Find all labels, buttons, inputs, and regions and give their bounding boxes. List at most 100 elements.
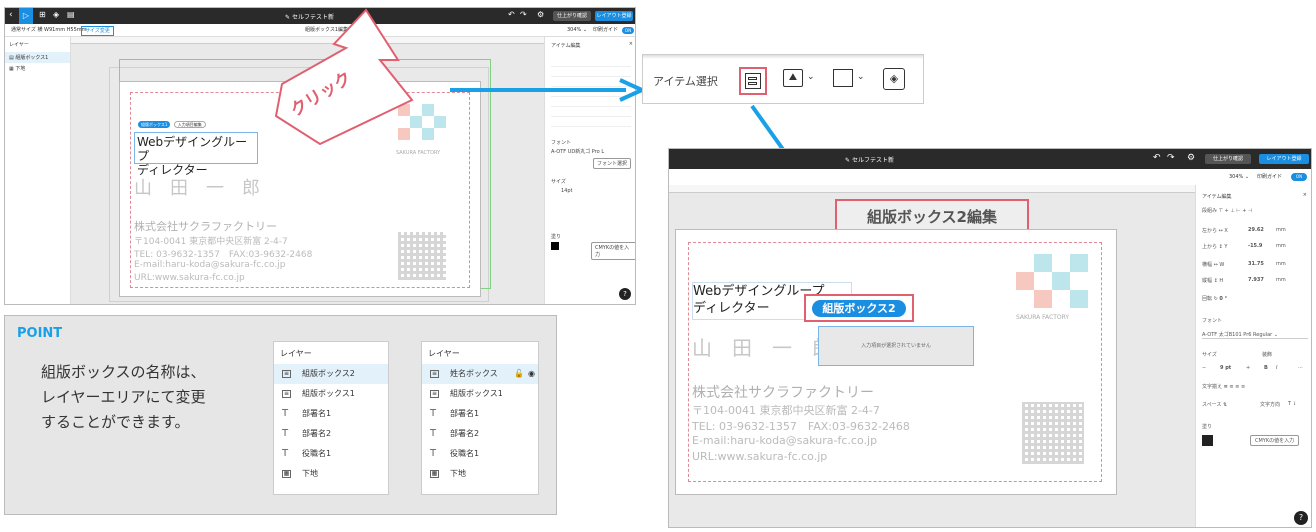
undo-icon[interactable]: ↶: [508, 10, 515, 19]
layer-item[interactable]: T 部署名2: [274, 424, 388, 444]
right-screenshot: ✎ セルフテスト新 ↶ ↷ ⚙ 仕上がり確認 レイアウト登録 304% ⌄ 印刷…: [668, 148, 1312, 528]
layout-register-button[interactable]: レイアウト登録: [1259, 154, 1309, 164]
layer-item[interactable]: ▦ 下地: [274, 464, 388, 484]
eye-icon[interactable]: ◉: [528, 364, 535, 384]
arrow-to-toolbar: [450, 78, 645, 102]
tel-text: TEL: 03-9632-1357 FAX:03-9632-2468: [134, 250, 313, 260]
layer-item[interactable]: T 役職名1: [422, 444, 538, 464]
size-label: サイズ: [551, 179, 566, 185]
print-guide-toggle[interactable]: ON: [622, 27, 634, 34]
size-change-button[interactable]: サイズ変更: [81, 26, 114, 36]
layer-item[interactable]: ▦ 下地: [422, 464, 538, 484]
layers-icon[interactable]: ◈: [53, 10, 59, 19]
chevron-down-icon[interactable]: ⌄: [807, 72, 815, 82]
box-tag[interactable]: 組版ボックス2: [812, 300, 906, 317]
layer-item[interactable]: ≡ 組版ボックス2: [274, 364, 388, 384]
image-icon[interactable]: ▤: [67, 10, 75, 19]
text-icon: T: [430, 428, 437, 439]
redo-icon[interactable]: ↷: [520, 10, 527, 19]
space-row: スペース ⇅ 文字方向 T ⇃: [1202, 401, 1297, 408]
grid-icon[interactable]: ⊞: [39, 10, 46, 19]
finish-check-button[interactable]: 仕上がり確認: [553, 11, 591, 21]
print-guide-toggle[interactable]: ON: [1291, 173, 1307, 181]
layer-panel-before: レイヤー ≡ 組版ボックス2 ≡ 組版ボックス1 T 部署名1 T 部署名2 T 役職名1…: [273, 341, 389, 495]
zoom-select[interactable]: 304% ⌄: [1229, 169, 1249, 185]
settings-icon[interactable]: ⚙: [1187, 153, 1195, 163]
direction-icon[interactable]: T ⇃: [1288, 401, 1297, 407]
tag-row: 組版ボックス1 入力項目編集: [138, 121, 206, 128]
point-box: POINT 組版ボックスの名称は、 レイヤーエリアにて変更 することができます。…: [4, 315, 557, 515]
item-select-label: アイテム選択: [653, 75, 718, 88]
layer-item[interactable]: ≡ 組版ボックス1: [422, 384, 538, 404]
url-text: URL:www.sakura-fc.co.jp: [692, 450, 828, 463]
undo-icon[interactable]: ↶: [1153, 153, 1161, 163]
close-icon[interactable]: ×: [1303, 192, 1307, 198]
name-text: 山 田 一 郎: [134, 178, 260, 199]
redo-icon[interactable]: ↷: [1167, 153, 1175, 163]
layer-item[interactable]: ▦ 下地: [5, 63, 70, 74]
left-layer-panel: レイヤー ▤ 組版ボックス1 ▦ 下地: [5, 37, 71, 304]
box-tag[interactable]: 組版ボックス1: [138, 121, 171, 128]
layers-tool-icon[interactable]: ◈: [883, 68, 905, 90]
font-select-button[interactable]: フォント選択: [593, 158, 632, 169]
x-row: 左から ↔ X 29.62 mm: [1202, 227, 1286, 234]
font-size-value[interactable]: 14pt: [561, 188, 573, 194]
align-icons[interactable]: ≣ ≡ ≡ ≡: [1224, 384, 1246, 390]
tel-text: TEL: 03-9632-1357 FAX:03-9632-2468: [692, 420, 910, 433]
rotate-value[interactable]: 0 °: [1219, 296, 1227, 302]
w-row: 横幅 ↔ W 31.75 mm: [1202, 261, 1286, 268]
point-line: レイヤーエリアにて変更: [41, 388, 206, 406]
more-icon[interactable]: ⋯: [1298, 365, 1303, 371]
background-icon: ▦: [430, 470, 439, 478]
help-button[interactable]: ?: [1294, 511, 1308, 525]
close-icon[interactable]: ×: [629, 41, 633, 47]
edit-tag[interactable]: 入力項目編集: [173, 121, 206, 128]
layer-item[interactable]: ≡ 姓名ボックス 🔓 ◉: [422, 364, 538, 384]
fill-swatch[interactable]: [551, 242, 559, 250]
h-value[interactable]: 7.937: [1248, 277, 1264, 283]
align-top-icon[interactable]: ⊤ + ⊥ ⊢ + ⊣: [1219, 208, 1253, 214]
layout-box-icon: ≡: [282, 370, 291, 378]
layer-item[interactable]: T 部署名1: [274, 404, 388, 424]
w-value[interactable]: 31.75: [1248, 261, 1264, 267]
rotate-row: 回転 ↻ 0 °: [1202, 296, 1228, 302]
shape-tool-icon[interactable]: [833, 69, 853, 87]
email-text: E-mail:haru-koda@sakura-fc.co.jp: [692, 434, 878, 447]
select-tool-icon[interactable]: ▷: [19, 8, 33, 24]
bold-button[interactable]: B: [1264, 365, 1268, 371]
layer-item[interactable]: ▤ 組版ボックス1: [5, 52, 70, 63]
text-align-row: 文字揃え ≣ ≡ ≡ ≡: [1202, 384, 1246, 390]
y-value[interactable]: -15.9: [1248, 243, 1262, 249]
plus-icon[interactable]: +: [1246, 365, 1250, 371]
font-size-value[interactable]: 9 pt: [1220, 365, 1231, 371]
image-tool-icon[interactable]: ⛰: [783, 69, 803, 87]
chevron-down-icon[interactable]: ⌄: [857, 72, 865, 82]
settings-icon[interactable]: ⚙: [537, 10, 544, 19]
layout-box-icon[interactable]: [739, 67, 767, 95]
layer-item[interactable]: T 部署名1: [422, 404, 538, 424]
layout-box-icon: ≡: [282, 390, 291, 398]
panel-title: アイテム編集: [551, 43, 581, 49]
layer-item[interactable]: T 役職名1: [274, 444, 388, 464]
cmyk-button[interactable]: CMYKの値を入力: [1250, 435, 1300, 446]
layer-item[interactable]: ≡ 組版ボックス1: [274, 384, 388, 404]
minus-icon[interactable]: −: [1202, 365, 1206, 371]
text-icon: T: [282, 448, 289, 459]
font-name-select[interactable]: A-OTF 太ゴB101 Pr6 Regular ⌄: [1202, 331, 1308, 339]
selected-text-box[interactable]: Webデザイングループ ディレクター: [134, 132, 258, 177]
zoom-select[interactable]: 304% ⌄: [567, 24, 587, 37]
space-icon[interactable]: ⇅: [1223, 402, 1227, 408]
layer-item[interactable]: T 部署名2: [422, 424, 538, 444]
x-value[interactable]: 29.62: [1248, 227, 1264, 233]
lock-icon[interactable]: 🔓: [514, 364, 524, 384]
layout-register-button[interactable]: レイアウト登録: [595, 11, 633, 21]
back-icon[interactable]: ‹: [9, 10, 13, 20]
cmyk-button[interactable]: CMYKの値を入力: [591, 242, 635, 260]
empty-layout-box[interactable]: 入力項目が選択されていません: [818, 326, 974, 366]
fill-swatch[interactable]: [1202, 435, 1213, 446]
right-subbar: 304% ⌄ 印刷ガイド ON: [669, 169, 1311, 185]
finish-check-button[interactable]: 仕上がり確認: [1205, 154, 1251, 164]
layer-title: レイヤー: [280, 349, 312, 358]
help-button[interactable]: ?: [619, 288, 631, 300]
italic-button[interactable]: I: [1276, 365, 1277, 371]
